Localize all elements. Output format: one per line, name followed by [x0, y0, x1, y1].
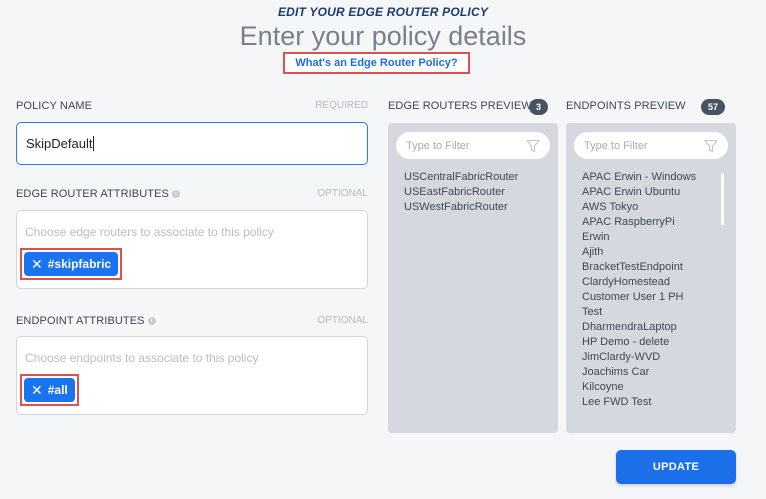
- endpoints-filter-input[interactable]: Type to Filter: [574, 132, 728, 159]
- list-item: APAC Erwin Ubuntu: [582, 186, 681, 198]
- edge-routers-preview-label: EDGE ROUTERS PREVIEW: [388, 100, 532, 112]
- page-title: Enter your policy details: [239, 21, 527, 51]
- policy-name-value: SkipDefault: [26, 136, 93, 151]
- endpoint-attributes-label-text: ENDPOINT ATTRIBUTES: [16, 315, 145, 327]
- policy-name-input[interactable]: SkipDefault: [16, 122, 368, 165]
- list-item: DharmendraLaptop: [582, 321, 677, 333]
- list-item: JimClardy-WVD: [582, 351, 661, 363]
- list-item: AWS Tokyo: [582, 201, 639, 213]
- tag-highlight: ✕ #all: [20, 374, 79, 406]
- tag-label: #all: [47, 383, 68, 397]
- filter-funnel-icon: [704, 139, 718, 152]
- filter-funnel-icon: [526, 139, 540, 152]
- list-item: Ajith: [582, 246, 604, 258]
- list-item: USEastFabricRouter: [404, 186, 505, 198]
- endpoints-count-badge: 57: [701, 99, 726, 115]
- edge-routers-list: USCentralFabricRouter USEastFabricRouter…: [404, 170, 518, 215]
- list-item: Joachims Car: [582, 366, 650, 378]
- endpoints-preview-label: ENDPOINTS PREVIEW: [566, 100, 686, 112]
- policy-name-required-hint: REQUIRED: [315, 100, 368, 111]
- text-caret: [93, 136, 95, 151]
- list-item: APAC RaspberryPi: [582, 216, 675, 228]
- info-icon[interactable]: i: [147, 317, 156, 325]
- list-item: Customer User 1 PH: [582, 291, 684, 303]
- endpoint-attributes-placeholder: Choose endpoints to associate to this po…: [25, 351, 259, 365]
- update-button[interactable]: UPDATE: [616, 450, 736, 484]
- edge-routers-filter-input[interactable]: Type to Filter: [396, 132, 550, 159]
- list-item: Kilcoyne: [582, 381, 624, 393]
- edge-router-attributes-label-text: EDGE ROUTER ATTRIBUTES: [16, 188, 169, 200]
- help-link[interactable]: What's an Edge Router Policy?: [295, 57, 457, 69]
- help-link-highlight: What's an Edge Router Policy?: [283, 52, 470, 74]
- endpoints-list: APAC Erwin - Windows APAC Erwin Ubuntu A…: [582, 170, 696, 410]
- edge-router-attributes-optional-hint: OPTIONAL: [317, 188, 368, 199]
- edge-routers-count-badge: 3: [529, 99, 549, 115]
- endpoint-attributes-optional-hint: OPTIONAL: [317, 315, 368, 326]
- info-icon[interactable]: i: [171, 190, 180, 198]
- list-item: HP Demo - delete: [582, 336, 670, 348]
- list-item: Test: [582, 306, 603, 318]
- endpoint-attributes-label: ENDPOINT ATTRIBUTES i: [16, 315, 156, 327]
- attribute-tag-all[interactable]: ✕ #all: [24, 378, 75, 402]
- endpoints-scrollbar[interactable]: [721, 173, 724, 225]
- filter-placeholder: Type to Filter: [584, 139, 648, 152]
- edge-routers-preview-panel: Type to Filter USCentralFabricRouter USE…: [388, 123, 558, 433]
- list-item: Erwin: [582, 231, 610, 243]
- policy-name-label-text: POLICY NAME: [16, 100, 93, 112]
- attribute-tag-skipfabric[interactable]: ✕ #skipfabric: [24, 252, 119, 276]
- filter-placeholder: Type to Filter: [406, 139, 470, 152]
- list-item: USWestFabricRouter: [404, 201, 508, 213]
- list-item: APAC Erwin - Windows: [582, 171, 697, 183]
- tag-highlight: ✕ #skipfabric: [20, 248, 123, 280]
- endpoints-preview-panel: Type to Filter APAC Erwin - Windows APAC…: [566, 123, 736, 433]
- edge-router-attributes-label: EDGE ROUTER ATTRIBUTES i: [16, 188, 180, 200]
- list-item: ClardyHomestead: [582, 276, 671, 288]
- list-item: Lee FWD Test: [582, 396, 652, 408]
- remove-tag-icon[interactable]: ✕: [31, 257, 43, 271]
- list-item: USCentralFabricRouter: [404, 171, 519, 183]
- list-item: BracketTestEndpoint: [582, 261, 683, 273]
- edge-router-attributes-placeholder: Choose edge routers to associate to this…: [25, 225, 274, 239]
- policy-name-label: POLICY NAME: [16, 100, 92, 112]
- page-overline: EDIT YOUR EDGE ROUTER POLICY: [277, 5, 489, 19]
- tag-label: #skipfabric: [47, 257, 112, 271]
- remove-tag-icon[interactable]: ✕: [31, 383, 43, 397]
